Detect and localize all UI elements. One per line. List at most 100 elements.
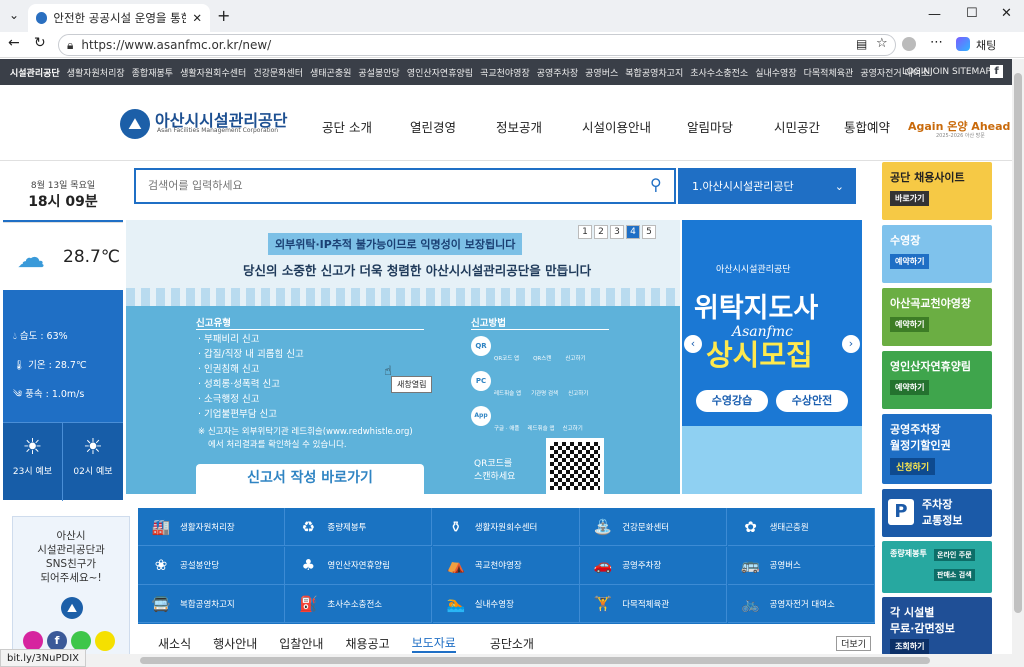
facility-link[interactable]: 🏭 생활자원처리장	[138, 508, 285, 546]
bag-order-button[interactable]: 종량제봉투 온라인 주문 판매소 검색	[882, 541, 992, 593]
tab-news[interactable]: 새소식	[158, 635, 191, 652]
facility-link[interactable]: 🏋 다목적체육관	[580, 585, 728, 624]
forest-reserve-button[interactable]: 영인산자연휴양림 예약하기	[882, 351, 992, 409]
facility-link[interactable]: 🚌 공영버스	[727, 546, 875, 585]
topbar-item[interactable]: 시설관리공단	[10, 66, 60, 79]
close-window-icon[interactable]: ✕	[1001, 6, 1012, 21]
report-button[interactable]: 신고서 작성 바로가기	[196, 464, 424, 494]
browser-tab[interactable]: 안전한 공공시설 운영을 통한 시민 ✕	[28, 4, 210, 32]
page-button-active[interactable]: 4	[626, 225, 640, 239]
discount-info-button[interactable]: 각 시설별 무료·감면정보 조회하기	[882, 597, 992, 655]
method-row-2: 레드휘슬 앱 기관명 검색 신고하기	[494, 389, 588, 397]
facebook-icon[interactable]: f	[47, 631, 67, 651]
search-scope-select[interactable]: 1.아산시시설관리공단 ⌄	[678, 168, 856, 204]
topbar-item[interactable]: 생활자원처리장	[67, 66, 125, 79]
tab-bids[interactable]: 입찰안내	[279, 635, 323, 652]
facility-link[interactable]: 🚗 공영주차장	[580, 546, 728, 585]
topbar-item[interactable]: 곡교천야영장	[480, 66, 530, 79]
facility-link[interactable]: ⛺ 곡교천야영장	[432, 546, 580, 585]
tab-events[interactable]: 행사안내	[213, 635, 257, 652]
nav-item[interactable]: 알림마당	[687, 117, 733, 136]
login-link[interactable]: LOGIN	[902, 67, 930, 77]
maximize-icon[interactable]: ☐	[966, 6, 978, 21]
instagram-icon[interactable]	[23, 631, 43, 651]
nav-item[interactable]: 시민공간	[774, 117, 820, 136]
topbar-item[interactable]: 건강문화센터	[253, 66, 303, 79]
topbar-item[interactable]: 초사수소충전소	[690, 66, 748, 79]
close-tab-icon[interactable]: ✕	[192, 11, 202, 25]
profile-avatar[interactable]	[902, 37, 916, 51]
tab-recruit[interactable]: 채용공고	[345, 635, 389, 652]
copilot-icon[interactable]	[956, 37, 970, 51]
topbar-item[interactable]: 공영주차장	[537, 66, 578, 79]
topbar-item[interactable]: 공설봉안당	[358, 66, 399, 79]
tab-list-icon[interactable]: ⌄	[9, 8, 19, 22]
qr-step-icon: QR	[471, 336, 491, 356]
parking-pass-button[interactable]: 공영주차장 월정기할인권 신청하기	[882, 414, 992, 484]
back-icon[interactable]: ←	[8, 35, 20, 51]
facility-link[interactable]: ⛽ 초사수소충전소	[285, 585, 433, 624]
facility-link[interactable]: ♻ 종량제봉투	[285, 508, 433, 546]
logo-icon[interactable]: ⛰	[120, 109, 150, 139]
next-arrow-icon[interactable]: ›	[842, 335, 860, 353]
page-button[interactable]: 5	[642, 225, 656, 239]
topbar-item[interactable]: 실내수영장	[755, 66, 796, 79]
horizontal-scrollbar[interactable]	[0, 654, 1012, 667]
divider	[471, 329, 609, 330]
facility-link[interactable]: ⛲ 건강문화센터	[580, 508, 728, 546]
topbar-item[interactable]: 다목적체육관	[804, 66, 854, 79]
tab-press[interactable]: 보도자료	[411, 634, 456, 653]
facility-link[interactable]: 🏊 실내수영장	[432, 585, 580, 624]
side-label: 주차장	[922, 498, 953, 511]
nav-item[interactable]: 정보공개	[496, 117, 542, 136]
page-button[interactable]: 2	[594, 225, 608, 239]
refresh-icon[interactable]: ↻	[34, 35, 46, 51]
prev-arrow-icon[interactable]: ‹	[684, 335, 702, 353]
url-field[interactable]: 🔒︎ https://www.asanfmc.or.kr/new/	[58, 34, 896, 56]
facility-link[interactable]: 🚲 공영자전거 대여소	[727, 585, 875, 624]
method-label: 신고하기	[562, 426, 583, 432]
chat-label[interactable]: 채팅	[976, 37, 996, 53]
join-link[interactable]: JOIN	[930, 67, 949, 77]
vertical-scrollbar[interactable]	[1012, 59, 1024, 667]
more-menu-icon[interactable]: ⋯	[930, 35, 943, 50]
sitemap-link[interactable]: SITEMAP	[952, 67, 991, 77]
search-bar: ⚲	[134, 168, 676, 204]
kakaotalk-icon[interactable]	[95, 631, 115, 651]
main-banner[interactable]: 외부위탁·IP추적 불가능이므로 익명성이 보장됩니다 당신의 소중한 신고가 …	[126, 220, 680, 494]
blog-icon[interactable]	[71, 631, 91, 651]
page-button[interactable]: 3	[610, 225, 624, 239]
facebook-icon[interactable]: f	[990, 65, 1003, 78]
nav-item[interactable]: 열린경영	[410, 117, 456, 136]
facility-link[interactable]: 🚍 복합공영차고지	[138, 585, 285, 624]
recruit-banner[interactable]: 아산시시설관리공단 위탁지도사 상시모집 Asanfmc 수영강습 수상안전 ‹…	[682, 220, 862, 494]
new-tab-icon[interactable]: +	[217, 6, 230, 25]
search-input[interactable]	[136, 170, 636, 200]
pool-reserve-button[interactable]: 수영장 예약하기	[882, 225, 992, 283]
recruit-site-button[interactable]: 공단 채용사이트 바로가기	[882, 162, 992, 220]
facility-link[interactable]: ❀ 공설봉안당	[138, 546, 285, 585]
minimize-icon[interactable]: —	[928, 7, 941, 22]
nav-item[interactable]: 통합예약	[844, 117, 890, 136]
nav-item[interactable]: 공단 소개	[322, 117, 372, 136]
topbar-item[interactable]: 복합공영차고지	[625, 66, 683, 79]
topbar-item[interactable]: 공영버스	[585, 66, 618, 79]
camp-reserve-button[interactable]: 아산곡교천야영장 예약하기	[882, 288, 992, 346]
facility-label: 공영주차장	[622, 561, 662, 572]
facility-link[interactable]: ✿ 생태곤충원	[727, 508, 875, 546]
facility-link[interactable]: ⚱ 생활자원회수센터	[432, 508, 580, 546]
search-icon[interactable]: ⚲	[650, 175, 662, 194]
reader-icon[interactable]: ▤	[856, 37, 867, 51]
parking-info-button[interactable]: P 주차장 교통정보	[882, 489, 992, 537]
side-label: 수영장	[890, 234, 921, 247]
nav-item[interactable]: 시설이용안내	[582, 117, 651, 136]
topbar-item[interactable]: 영인산자연휴양림	[407, 66, 473, 79]
topbar-item[interactable]: 생활자원회수센터	[180, 66, 246, 79]
topbar-item[interactable]: 종합재봉투	[132, 66, 173, 79]
more-button[interactable]: 더보기	[836, 635, 871, 651]
facility-link[interactable]: ♣ 영인산자연휴양림	[285, 546, 433, 585]
topbar-item[interactable]: 생태곤충원	[310, 66, 351, 79]
culture-icon: ⛲	[593, 517, 613, 536]
page-button[interactable]: 1	[578, 225, 592, 239]
favorite-star-icon[interactable]: ☆	[876, 36, 888, 51]
